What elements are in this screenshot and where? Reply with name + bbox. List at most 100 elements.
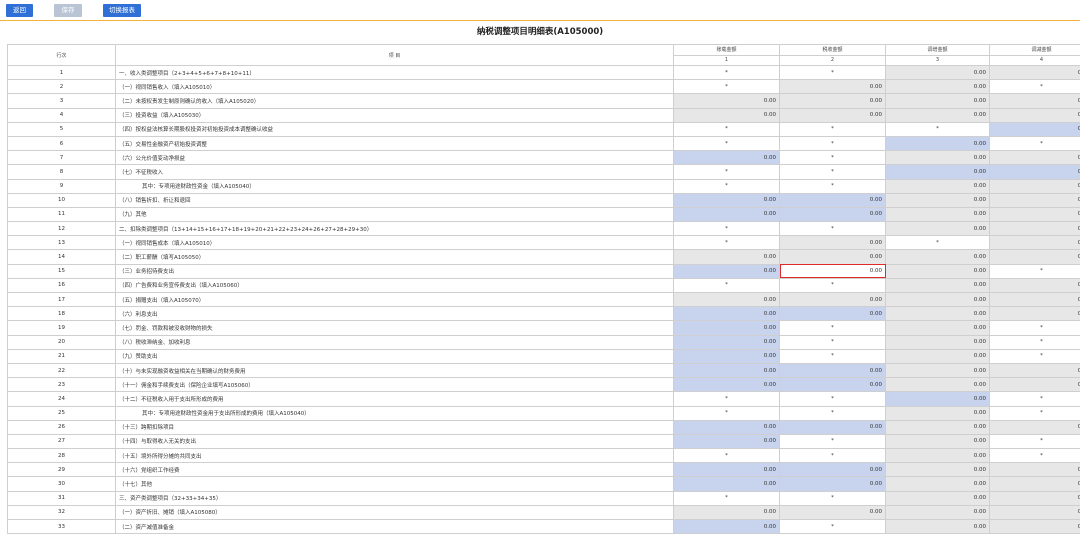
value-cell[interactable]: 0.00 xyxy=(885,391,990,407)
switch-report-button[interactable]: 切换报表 xyxy=(103,4,141,17)
value-cell: 0.00 xyxy=(885,518,990,535)
value-cell: 0.00 xyxy=(673,504,780,521)
value-cell: * xyxy=(779,150,886,166)
header-num-1: 1 xyxy=(673,54,780,66)
value-cell: 0.00 xyxy=(885,476,990,492)
table-row: 30（十七）其他0.000.000.000.00 xyxy=(7,476,1080,492)
value-cell[interactable]: 0.00 xyxy=(673,518,780,535)
value-cell: 0.00 xyxy=(673,107,780,123)
row-number: 23 xyxy=(7,377,116,393)
value-cell[interactable]: 0.00 xyxy=(779,306,886,322)
value-cell[interactable]: 0.00 xyxy=(779,476,886,492)
value-cell[interactable]: 0.00 xyxy=(673,150,780,166)
value-cell[interactable]: 0.00 xyxy=(885,135,990,152)
value-cell[interactable]: 0.00 xyxy=(989,164,1080,180)
table-row: 9其中：专项用途财政性资金（填入A105040）**0.000.00 xyxy=(7,178,1080,194)
row-number: 32 xyxy=(7,504,116,521)
value-cell: 0.00 xyxy=(989,377,1080,393)
row-label: （六）公允价值变动净损益 xyxy=(115,150,674,166)
value-cell: 0.00 xyxy=(779,93,886,109)
value-cell[interactable]: 0.00 xyxy=(989,121,1080,137)
value-cell: 0.00 xyxy=(885,79,990,95)
value-cell: * xyxy=(673,391,780,407)
row-label: （一）资产折旧、摊销（填入A105080） xyxy=(115,504,674,521)
row-label: （十七）其他 xyxy=(115,476,674,492)
value-cell: * xyxy=(779,121,886,137)
value-cell[interactable]: 0.00 xyxy=(779,206,886,223)
value-cell: * xyxy=(989,348,1080,364)
value-cell[interactable]: 0.00 xyxy=(779,362,886,379)
value-cell: * xyxy=(989,263,1080,279)
value-cell[interactable]: 0.00 xyxy=(779,462,886,478)
value-cell[interactable]: 0.00 xyxy=(673,192,780,208)
table-row: 6 （五）交易性金融资产初始投资调整 * * 0.00 * xyxy=(7,135,1080,152)
value-cell: * xyxy=(673,277,780,294)
value-cell: 0.00 xyxy=(885,291,990,308)
value-cell: 0.00 xyxy=(885,178,990,194)
value-cell[interactable]: 0.00 xyxy=(673,206,780,223)
value-cell[interactable]: 0.00 xyxy=(673,433,780,450)
header-col-2: 税收金额 xyxy=(779,44,886,56)
value-cell: * xyxy=(885,235,990,251)
value-cell[interactable]: 0.00 xyxy=(673,320,780,336)
value-cell: * xyxy=(989,334,1080,350)
value-cell: * xyxy=(673,178,780,194)
value-cell: 0.00 xyxy=(885,504,990,521)
value-cell: * xyxy=(779,448,886,464)
table-row: 5（四）按权益法核算长期股权投资对初始投资成本调整确认收益***0.00 xyxy=(7,121,1080,137)
value-cell: * xyxy=(779,178,886,194)
value-cell[interactable]: 0.00 xyxy=(673,306,780,322)
value-cell[interactable]: 0.00 xyxy=(779,192,886,208)
row-label: （五）交易性金融资产初始投资调整 xyxy=(115,135,674,152)
value-cell[interactable]: 0.00 xyxy=(673,377,780,393)
value-cell-selected[interactable]: 0.00 xyxy=(779,263,886,279)
value-cell[interactable]: 0.00 xyxy=(673,419,780,435)
value-cell: 0.00 xyxy=(779,504,886,521)
header-col-1: 账载金额 xyxy=(673,44,780,56)
value-cell: 0.00 xyxy=(885,362,990,379)
value-cell: * xyxy=(989,135,1080,152)
page-title: 纳税调整项目明细表(A105000) xyxy=(476,27,604,37)
row-label: （五）捐赠支出（填入A105070） xyxy=(115,291,674,308)
toolbar-divider xyxy=(0,20,1080,21)
row-number: 20 xyxy=(7,334,116,350)
value-cell: * xyxy=(673,221,780,237)
value-cell[interactable]: 0.00 xyxy=(673,362,780,379)
row-label: （七）不征税收入 xyxy=(115,164,674,180)
value-cell: * xyxy=(779,320,886,336)
value-cell[interactable]: 0.00 xyxy=(779,377,886,393)
value-cell: 0.00 xyxy=(885,221,990,237)
value-cell[interactable]: 0.00 xyxy=(673,334,780,350)
value-cell[interactable]: 0.00 xyxy=(673,348,780,364)
value-cell[interactable]: 0.00 xyxy=(673,476,780,492)
table-row: 25 其中：专项用途财政性资金用于支出所形成的费用（填入A105040） * * 0.0… xyxy=(7,405,1080,421)
value-cell: 0.00 xyxy=(885,263,990,279)
value-cell: * xyxy=(989,448,1080,464)
save-button[interactable]: 保存 xyxy=(54,4,82,17)
table-row: 20 （八）税收滞纳金、加收利息 0.00 * 0.00 * xyxy=(7,334,1080,350)
value-cell: 0.00 xyxy=(989,490,1080,506)
value-cell[interactable]: 0.00 xyxy=(885,164,990,180)
row-number: 9 xyxy=(7,178,116,194)
value-cell: 0.00 xyxy=(885,107,990,123)
row-number: 1 xyxy=(7,64,116,81)
row-label: （八）税收滞纳金、加收利息 xyxy=(115,334,674,350)
table-row: 24 （十二）不征税收入用于支出所形成的费用 * * 0.00 * xyxy=(7,391,1080,407)
header-num-2: 2 xyxy=(779,54,886,66)
value-cell[interactable]: 0.00 xyxy=(673,462,780,478)
table-row: 4（三）投资收益（填入A105030）0.000.000.000.00 xyxy=(7,107,1080,123)
row-number: 33 xyxy=(7,518,116,535)
value-cell[interactable]: 0.00 xyxy=(673,263,780,279)
header-col-4: 调减金额 xyxy=(989,44,1080,56)
row-number: 27 xyxy=(7,433,116,450)
value-cell: 0.00 xyxy=(673,249,780,265)
value-cell: 0.00 xyxy=(779,249,886,265)
value-cell: * xyxy=(779,334,886,350)
value-cell[interactable]: 0.00 xyxy=(779,419,886,435)
row-number: 21 xyxy=(7,348,116,364)
value-cell: * xyxy=(779,277,886,294)
back-button[interactable]: 返回 xyxy=(6,4,33,17)
table-row: 26（十三）跨期扣除项目0.000.000.000.00 xyxy=(7,419,1080,435)
row-label: （二）职工薪酬（填写A105050） xyxy=(115,249,674,265)
value-cell: * xyxy=(779,433,886,450)
